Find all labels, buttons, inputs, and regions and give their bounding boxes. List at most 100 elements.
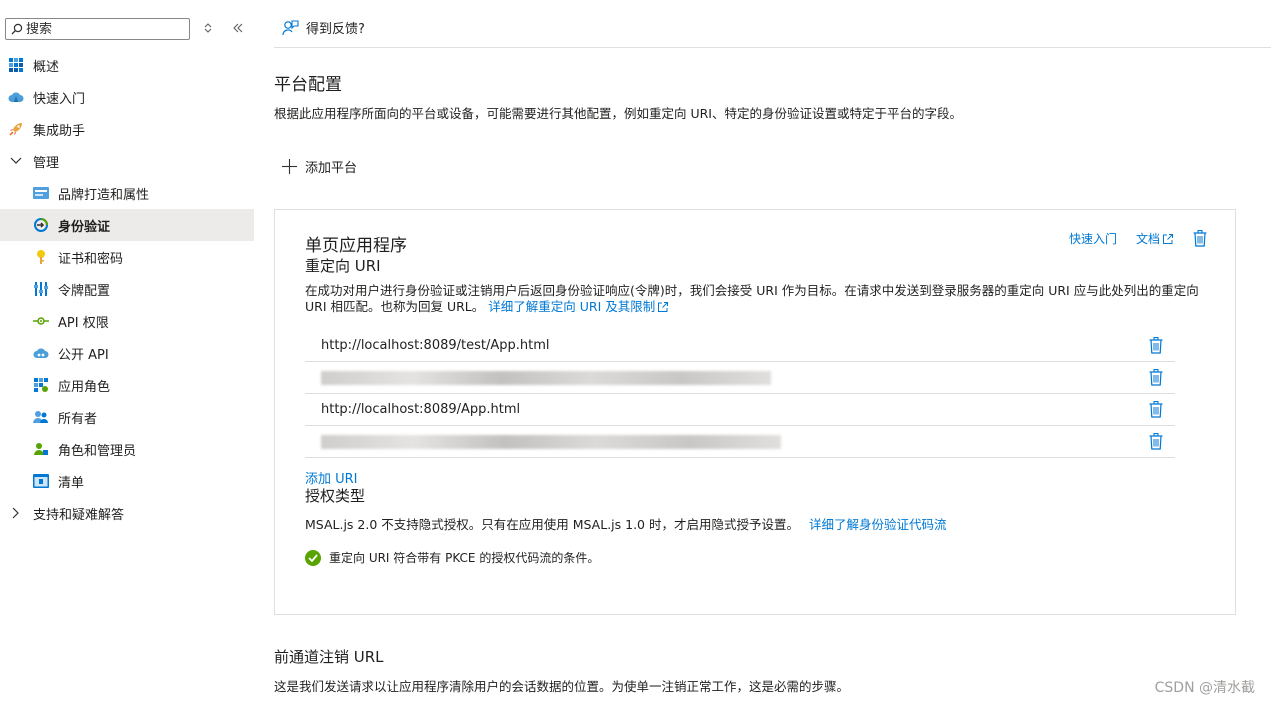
redirect-uri-blurred-value[interactable] [321, 434, 781, 449]
sidebar-item-label: 证书和密码 [58, 251, 124, 267]
authentication-icon [33, 217, 49, 233]
external-link-icon [658, 302, 669, 312]
sidebar-item-label: 品牌打造和属性 [58, 187, 150, 203]
main-content: 得到反馈? 平台配置 根据此应用程序所面向的平台或设备，可能需要进行其他配置，例… [274, 0, 1271, 701]
sidebar-group-manage[interactable]: 管理 [0, 145, 254, 177]
sidebar-item-label: 概述 [33, 59, 60, 75]
sidebar-item-token-configuration[interactable]: 令牌配置 [0, 273, 254, 305]
overview-icon [8, 57, 24, 73]
trash-icon [1193, 230, 1207, 247]
front-channel-logout-description: 这是我们发送请求以让应用程序清除用户的会话数据的位置。为使单一注销正常工作，这是… [274, 679, 850, 694]
sidebar-item-manifest[interactable]: 清单 [0, 465, 254, 497]
sidebar-item-label: 身份验证 [58, 219, 111, 235]
sidebar-item-roles-admins[interactable]: 角色和管理员 [0, 433, 254, 465]
header-divider [274, 47, 1271, 48]
feedback-icon [282, 19, 299, 35]
external-link-icon [1163, 233, 1173, 244]
grant-description-text: MSAL.js 2.0 不支持隐式授权。只有在应用使用 MSAL.js 1.0 … [305, 517, 799, 532]
redirect-uri-value[interactable]: http://localhost:8089/test/App.html [321, 338, 550, 353]
delete-uri-button[interactable] [1149, 401, 1163, 422]
quickstart-link[interactable]: 快速入门 [1069, 230, 1117, 247]
manifest-icon [33, 473, 49, 489]
plus-icon [282, 159, 297, 174]
grant-type-heading: 授权类型 [305, 487, 366, 505]
redirect-uri-row: http://localhost:8089/test/App.html [305, 330, 1175, 362]
delete-uri-button[interactable] [1149, 337, 1163, 358]
pkce-status-text: 重定向 URI 符合带有 PKCE 的授权代码流的条件。 [329, 551, 600, 565]
sidebar-item-label: 角色和管理员 [58, 443, 137, 459]
redirect-learn-more-link[interactable]: 详细了解重定向 URI 及其限制 [488, 299, 669, 315]
feedback-button[interactable]: 得到反馈? [282, 18, 365, 37]
sidebar-item-label: 公开 API [58, 347, 109, 363]
search-box[interactable] [5, 18, 190, 40]
spa-card-actions: 快速入门 文档 [1069, 230, 1207, 247]
trash-icon [1149, 337, 1163, 354]
delete-uri-button[interactable] [1149, 369, 1163, 390]
pkce-status: 重定向 URI 符合带有 PKCE 的授权代码流的条件。 [305, 549, 599, 566]
rocket-icon [8, 121, 24, 137]
add-platform-label: 添加平台 [305, 161, 358, 176]
platform-config-description: 根据此应用程序所面向的平台或设备，可能需要进行其他配置，例如重定向 URI、特定… [274, 106, 962, 121]
chevron-down-icon [8, 153, 24, 169]
platform-config-title: 平台配置 [274, 75, 342, 95]
sidebar-item-app-roles[interactable]: 应用角色 [0, 369, 254, 401]
search-input[interactable] [26, 21, 176, 37]
docs-link[interactable]: 文档 [1136, 230, 1174, 247]
checkmark-icon [305, 549, 321, 566]
search-icon [11, 23, 23, 35]
spa-card-title: 单页应用程序 [305, 236, 407, 256]
sidebar-item-label: API 权限 [58, 315, 109, 331]
sidebar-group-support[interactable]: 支持和疑难解答 [0, 497, 254, 529]
redirect-uri-blurred-value[interactable] [321, 370, 771, 385]
trash-icon [1149, 369, 1163, 386]
sidebar-item-api-permissions[interactable]: API 权限 [0, 305, 254, 337]
redirect-learn-more-label: 详细了解重定向 URI 及其限制 [488, 299, 656, 314]
sidebar-item-label: 支持和疑难解答 [33, 507, 125, 523]
redirect-uri-row [305, 362, 1175, 394]
redirect-uri-row [305, 426, 1175, 458]
sidebar-item-overview[interactable]: 概述 [0, 49, 254, 81]
token-icon [33, 281, 49, 297]
sort-icon[interactable] [203, 22, 213, 37]
sidebar-item-certificates[interactable]: 证书和密码 [0, 241, 254, 273]
cloud-icon [8, 89, 24, 105]
trash-icon [1149, 401, 1163, 418]
sidebar-item-label: 令牌配置 [58, 283, 111, 299]
trash-icon [1149, 433, 1163, 450]
sidebar-item-integration-assistant[interactable]: 集成助手 [0, 113, 254, 145]
redirect-uri-value[interactable]: http://localhost:8089/App.html [321, 402, 520, 417]
cloud-api-icon [33, 345, 49, 361]
docs-link-label: 文档 [1135, 232, 1160, 246]
front-channel-logout-heading: 前通道注销 URL [274, 648, 384, 666]
owners-icon [33, 409, 49, 425]
branding-icon [33, 185, 49, 201]
sidebar-item-authentication[interactable]: 身份验证 [0, 209, 254, 241]
redirect-uri-row: http://localhost:8089/App.html [305, 394, 1175, 426]
sidebar-item-label: 快速入门 [33, 91, 86, 107]
add-platform-button[interactable]: 添加平台 [282, 157, 357, 176]
sidebar: 概述 快速入门 集成助手 管理 品牌打造和属性 身份验证 证书和密码 [0, 0, 254, 701]
sidebar-item-expose-api[interactable]: 公开 API [0, 337, 254, 369]
sidebar-item-label: 所有者 [58, 411, 98, 427]
double-chevron-left-icon[interactable] [232, 22, 244, 37]
grant-type-description: MSAL.js 2.0 不支持隐式授权。只有在应用使用 MSAL.js 1.0 … [305, 514, 946, 533]
api-permissions-icon [33, 313, 49, 329]
sidebar-item-label: 集成助手 [33, 123, 86, 139]
grant-learn-more-link[interactable]: 详细了解身份验证代码流 [809, 517, 947, 532]
sidebar-item-label: 清单 [58, 475, 85, 491]
watermark: CSDN @清水截 [1154, 680, 1255, 696]
sidebar-item-label: 管理 [33, 155, 60, 171]
app-roles-icon [33, 377, 49, 393]
delete-uri-button[interactable] [1149, 433, 1163, 454]
delete-platform-button[interactable] [1193, 230, 1207, 247]
redirect-description-text: 在成功对用户进行身份验证或注销用户后返回身份验证响应(令牌)时，我们会接受 UR… [305, 283, 1199, 314]
sidebar-item-quickstart[interactable]: 快速入门 [0, 81, 254, 113]
sidebar-item-branding[interactable]: 品牌打造和属性 [0, 177, 254, 209]
roles-admins-icon [33, 441, 49, 457]
feedback-label: 得到反馈? [306, 22, 365, 37]
chevron-right-icon [8, 505, 24, 521]
key-icon [33, 249, 49, 265]
sidebar-item-owners[interactable]: 所有者 [0, 401, 254, 433]
sidebar-item-label: 应用角色 [58, 379, 111, 395]
redirect-uri-description: 在成功对用户进行身份验证或注销用户后返回身份验证响应(令牌)时，我们会接受 UR… [305, 283, 1205, 315]
